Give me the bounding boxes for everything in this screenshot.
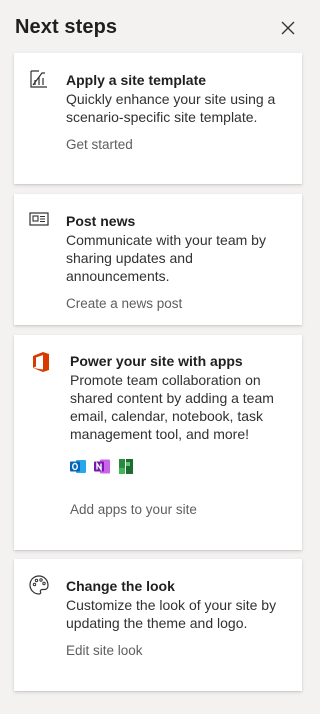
card-body: Change the look Customize the look of yo…: [66, 577, 290, 660]
panel-title: Next steps: [15, 16, 118, 38]
onenote-icon: [94, 459, 110, 474]
card-body: Post news Communicate with your team by …: [66, 212, 290, 313]
outlook-icon: [70, 460, 86, 473]
card-title: Change the look: [66, 578, 175, 594]
template-icon: [28, 68, 50, 90]
card-title: Power your site with apps: [70, 353, 243, 369]
card-post-news[interactable]: Post news Communicate with your team by …: [14, 194, 302, 325]
get-started-link[interactable]: Get started: [66, 136, 290, 154]
card-change-look[interactable]: Change the look Customize the look of yo…: [14, 559, 302, 691]
add-apps-link[interactable]: Add apps to your site: [70, 501, 290, 519]
card-apply-site-template[interactable]: Apply a site template Quickly enhance yo…: [14, 53, 302, 184]
palette-icon: [28, 574, 50, 596]
create-news-post-link[interactable]: Create a news post: [66, 295, 290, 313]
card-description: Customize the look of your site by updat…: [66, 597, 277, 631]
close-button[interactable]: [276, 16, 300, 40]
close-icon: [281, 21, 295, 35]
card-title: Post news: [66, 213, 136, 229]
card-body: Power your site with apps Promote team c…: [70, 352, 290, 519]
card-title: Apply a site template: [66, 72, 207, 88]
planner-icon: [119, 459, 133, 474]
edit-site-look-link[interactable]: Edit site look: [66, 642, 290, 660]
card-description: Communicate with your team by sharing up…: [66, 232, 266, 284]
card-description: Quickly enhance your site using a scenar…: [66, 91, 276, 125]
card-power-site-apps[interactable]: Power your site with apps Promote team c…: [14, 335, 302, 550]
news-icon: [28, 208, 50, 230]
app-icons-row: [70, 458, 290, 475]
panel-header: Next steps: [0, 0, 315, 52]
card-description: Promote team collaboration on shared con…: [70, 372, 274, 442]
card-body: Apply a site template Quickly enhance yo…: [66, 71, 290, 154]
office-icon: [30, 351, 52, 373]
